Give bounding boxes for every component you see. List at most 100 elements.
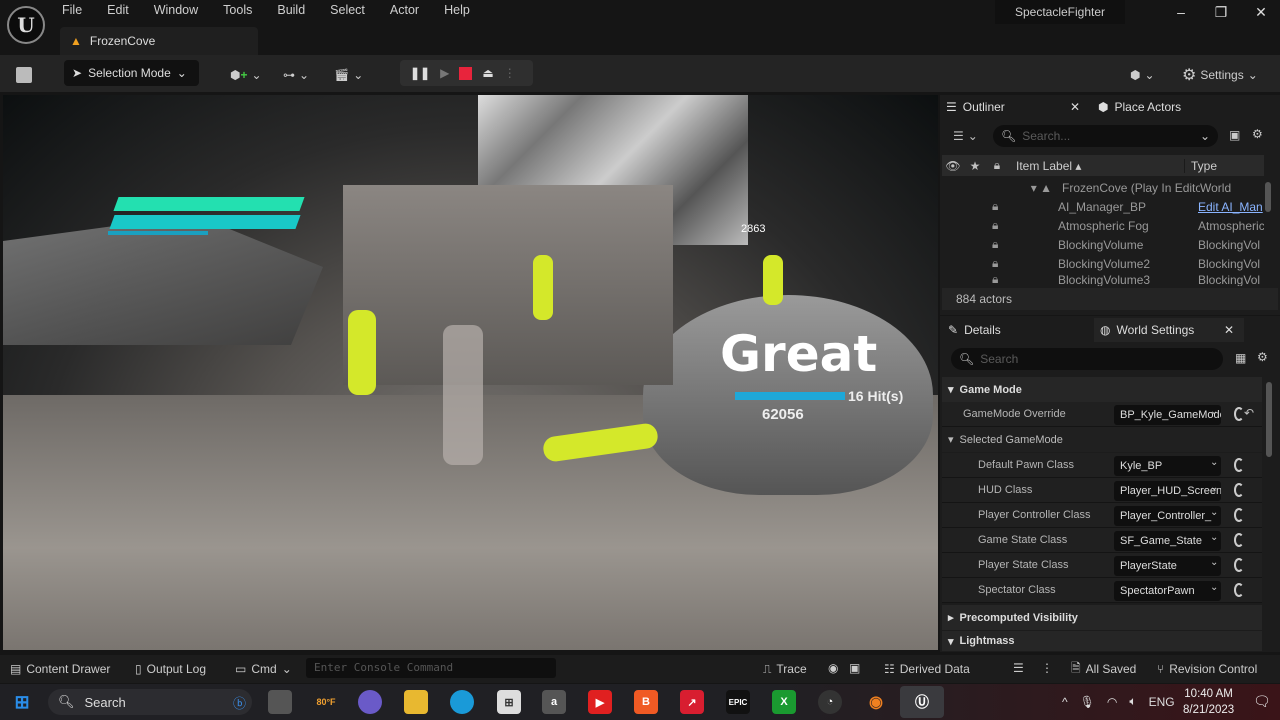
outliner-row[interactable]: 🔒︎ BlockingVolume2 BlockingVol <box>942 254 1264 273</box>
more-icon[interactable]: ⋮ <box>1041 661 1053 677</box>
property-dropdown[interactable]: SpectatorPawn <box>1114 581 1221 601</box>
close-tab-icon[interactable]: ✕ <box>1224 323 1234 337</box>
minimize-button[interactable]: – <box>1163 4 1199 26</box>
browse-icon[interactable] <box>1234 583 1244 597</box>
clock[interactable]: 10:40 AM 8/21/2023 <box>1183 686 1234 718</box>
store-icon[interactable]: ⊞ <box>497 690 521 714</box>
amd-icon[interactable]: ↗ <box>680 690 704 714</box>
pause-icon[interactable]: ❚❚ <box>410 66 430 80</box>
unreal-taskbar-icon[interactable]: Ⓤ <box>900 686 944 718</box>
brave-icon[interactable]: B <box>634 690 658 714</box>
record-icon[interactable]: ◉ <box>828 661 838 677</box>
star-icon[interactable]: ★ <box>964 159 986 173</box>
outliner-search-input[interactable]: 🔍︎ Search... ⌄ <box>993 125 1218 147</box>
task-view-icon[interactable] <box>268 690 292 714</box>
details-scrollbar[interactable] <box>1266 382 1272 457</box>
settings-button[interactable]: ⚙ Settings ⌄ <box>1182 62 1258 88</box>
derived-data-button[interactable]: ☷ Derived Data <box>884 661 970 677</box>
gear-icon[interactable]: ⚙ <box>1252 127 1263 141</box>
system-tray[interactable]: ^ 🎙︎ ◠ 🔈︎ ENG <box>1062 694 1175 709</box>
property-dropdown[interactable]: Kyle_BP <box>1114 456 1221 476</box>
eject-icon[interactable]: ⏏ <box>482 66 493 80</box>
place-actors-tab[interactable]: ⬢ Place Actors <box>1098 95 1181 119</box>
col-type[interactable]: Type <box>1184 158 1217 173</box>
property-dropdown[interactable]: Player_Controller_ <box>1114 506 1221 526</box>
outliner-row[interactable]: 🔒︎ BlockingVolume3 BlockingVol <box>942 273 1264 286</box>
property-dropdown[interactable]: SF_Game_State <box>1114 531 1221 551</box>
add-folder-icon[interactable]: ▣ <box>1229 128 1240 142</box>
obs-icon[interactable]: ◔ <box>818 690 842 714</box>
property-dropdown[interactable]: PlayerState <box>1114 556 1221 576</box>
platforms-button[interactable]: ⬢ ⌄ <box>1130 62 1155 88</box>
edge-icon[interactable] <box>450 690 474 714</box>
menu-window[interactable]: Window <box>154 3 198 17</box>
taskbar-search[interactable]: 🔍︎ Search ⓑ <box>48 689 252 715</box>
more-icon[interactable]: ⋮ <box>504 66 516 80</box>
output-log-button[interactable]: ▯ Output Log <box>135 661 206 677</box>
close-button[interactable]: ✕ <box>1243 4 1279 26</box>
section-precomputed-visibility[interactable]: ▸ Precomputed Visibility <box>942 605 1262 630</box>
step-icon[interactable]: ▶ <box>440 66 449 80</box>
browse-icon[interactable] <box>1234 407 1244 421</box>
blueprint-button[interactable]: ⊶ ⌄ <box>283 62 309 88</box>
trace-button[interactable]: ⎍ Trace <box>763 661 807 677</box>
file-explorer-icon[interactable] <box>404 690 428 714</box>
outliner-row[interactable]: 🔒︎ Atmospheric Fog Atmospheric <box>942 216 1264 235</box>
gear-icon[interactable]: ⚙ <box>1257 350 1268 364</box>
outliner-scrollbar[interactable] <box>1265 182 1271 212</box>
stop-icon[interactable] <box>459 66 473 80</box>
level-viewport[interactable]: 2863 Great 16 Hit(s) 62056 <box>3 95 938 650</box>
level-tab[interactable]: ▲ FrozenCove <box>60 27 258 55</box>
section-game-mode[interactable]: ▾ Game Mode <box>942 377 1262 402</box>
blender-icon[interactable]: ◉ <box>864 690 888 714</box>
camera-icon[interactable]: ▣ <box>849 661 860 677</box>
save-icon[interactable] <box>16 62 32 88</box>
epic-games-icon[interactable]: EPIC <box>726 690 750 714</box>
lock-icon[interactable]: 🔒︎ <box>986 158 1008 173</box>
cinematics-button[interactable]: 🎬︎ ⌄ <box>334 62 363 88</box>
unreal-logo-icon[interactable]: U <box>7 6 45 44</box>
xbox-icon[interactable]: X <box>772 690 796 714</box>
browse-icon[interactable] <box>1234 483 1244 497</box>
section-lightmass[interactable]: ▾ Lightmass <box>942 631 1262 651</box>
maximize-button[interactable]: ❐ <box>1203 4 1239 26</box>
browse-icon[interactable] <box>1234 508 1244 522</box>
menu-help[interactable]: Help <box>444 3 470 17</box>
details-tab[interactable]: ✎ Details <box>948 318 1001 342</box>
menu-select[interactable]: Select <box>330 3 365 17</box>
browse-icon[interactable] <box>1234 533 1244 547</box>
property-dropdown[interactable]: Player_HUD_Screen <box>1114 481 1221 501</box>
menu-build[interactable]: Build <box>277 3 305 17</box>
amazon-icon[interactable]: a <box>542 690 566 714</box>
source-control-icon[interactable]: ☰ <box>1013 661 1024 677</box>
windows-start-icon[interactable]: ⊞ <box>10 690 34 714</box>
youtube-icon[interactable]: ▶ <box>588 690 612 714</box>
details-search-input[interactable]: 🔍︎ Search <box>951 348 1223 370</box>
menu-tools[interactable]: Tools <box>223 3 252 17</box>
menu-actor[interactable]: Actor <box>390 3 419 17</box>
console-input[interactable]: Enter Console Command <box>306 658 556 678</box>
world-settings-tab[interactable]: ◍ World Settings ✕ <box>1094 318 1244 342</box>
outliner-row[interactable]: ▾ ▲ FrozenCove (Play In Edito World <box>942 178 1264 197</box>
outliner-tab[interactable]: ☰ Outliner ✕ <box>946 95 1088 119</box>
filter-button[interactable]: ☰ ⌄ <box>953 129 978 143</box>
content-drawer-button[interactable]: ▤ Content Drawer <box>10 661 110 677</box>
revision-control-button[interactable]: ⑂ Revision Control <box>1157 661 1257 677</box>
gamemode-override-dropdown[interactable]: BP_Kyle_GameMode <box>1114 405 1221 425</box>
visibility-icon[interactable]: 👁︎ <box>942 159 964 173</box>
table-view-icon[interactable]: ▦ <box>1235 351 1246 365</box>
outliner-row[interactable]: 🔒︎ BlockingVolume BlockingVol <box>942 235 1264 254</box>
menu-edit[interactable]: Edit <box>107 3 129 17</box>
all-saved-button[interactable]: 🗎︎ All Saved <box>1071 661 1136 677</box>
section-selected-gamemode[interactable]: ▾ Selected GameMode <box>942 427 1262 452</box>
notifications-icon[interactable]: 🗨︎ <box>1253 693 1271 710</box>
weather-icon[interactable]: 80°F <box>314 690 338 714</box>
close-tab-icon[interactable]: ✕ <box>1070 100 1080 114</box>
outliner-row[interactable]: 🔒︎ AI_Manager_BP Edit AI_Man <box>942 197 1264 216</box>
browse-icon[interactable] <box>1234 458 1244 472</box>
col-item-label[interactable]: Item Label ▴ <box>1008 159 1184 173</box>
browse-icon[interactable] <box>1234 558 1244 572</box>
reset-arrow-icon[interactable]: ↶ <box>1244 406 1254 420</box>
add-actor-button[interactable]: ⬢+ ⌄ <box>230 62 262 88</box>
cmd-dropdown[interactable]: ▭ Cmd ⌄ <box>235 661 292 677</box>
